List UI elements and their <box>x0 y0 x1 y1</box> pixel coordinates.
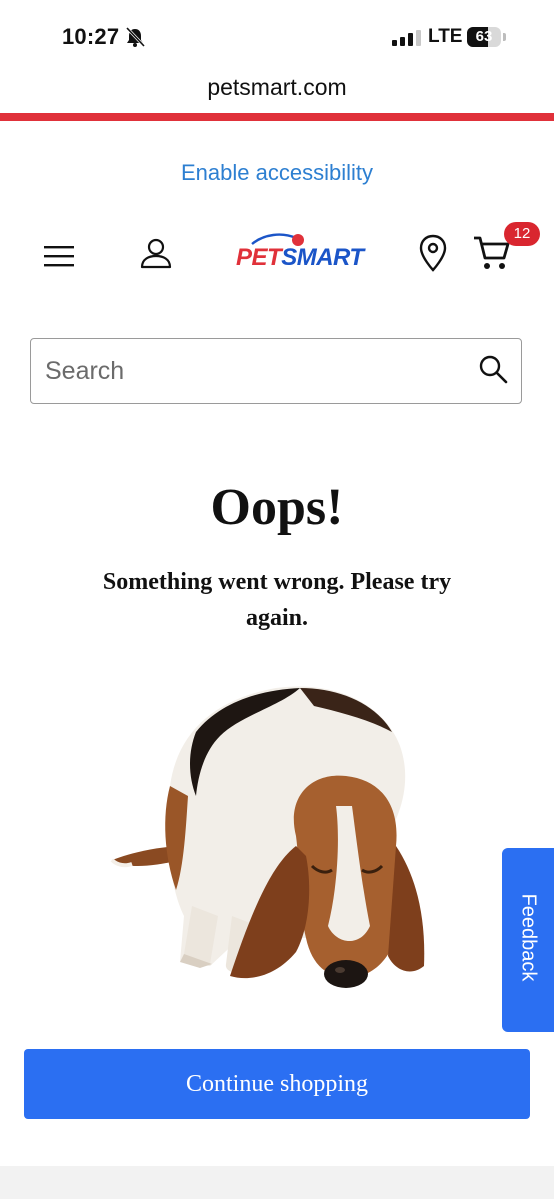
header-divider <box>0 113 554 121</box>
bell-muted-icon <box>125 26 146 48</box>
footer-strip <box>0 1166 554 1199</box>
status-bar: 10:27 LTE 63 <box>0 0 554 70</box>
continue-shopping-button[interactable]: Continue shopping <box>24 1049 530 1119</box>
search-input[interactable] <box>45 353 445 389</box>
logo-text: PETSMART <box>236 244 364 272</box>
location-pin-icon[interactable] <box>418 234 448 272</box>
network-type: LTE <box>428 26 463 47</box>
search-bar[interactable] <box>30 338 522 404</box>
feedback-tab[interactable]: Feedback <box>502 848 554 1032</box>
account-icon[interactable] <box>139 236 173 270</box>
enable-accessibility-link[interactable]: Enable accessibility <box>0 160 554 186</box>
status-time: 10:27 <box>62 24 120 49</box>
battery-percent: 63 <box>475 28 493 45</box>
basset-hound-image <box>110 686 425 988</box>
battery-icon: 63 <box>467 27 507 47</box>
logo-pet: PET <box>236 244 282 271</box>
signal-icon <box>392 30 421 46</box>
browser-url[interactable]: petsmart.com <box>0 74 554 101</box>
search-icon[interactable] <box>477 353 509 385</box>
feedback-label: Feedback <box>517 893 540 982</box>
error-message: Something went wrong. Please try again. <box>102 569 452 631</box>
logo-smart: SMART <box>281 244 364 271</box>
cart-count-badge: 12 <box>504 222 540 246</box>
petsmart-logo[interactable]: PETSMART <box>236 232 376 274</box>
hamburger-menu-icon[interactable] <box>44 244 74 268</box>
error-title: Oops! <box>210 479 344 536</box>
